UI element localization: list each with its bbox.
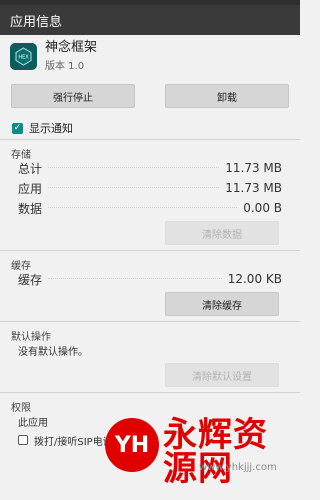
clear-defaults-label: 清除默认设置 bbox=[192, 371, 252, 383]
force-stop-label: 强行停止 bbox=[53, 92, 93, 104]
app-version: 版本 1.0 bbox=[45, 60, 85, 72]
storage-row-app: 应用 11.73 MB bbox=[0, 178, 300, 198]
show-notifications-row[interactable]: ✓ 显示通知 bbox=[0, 117, 300, 139]
clear-data-label: 清除数据 bbox=[202, 229, 242, 241]
storage-key-app: 应用 bbox=[18, 181, 43, 196]
force-stop-button[interactable]: 强行停止 bbox=[11, 84, 135, 108]
clear-cache-button[interactable]: 清除缓存 bbox=[165, 292, 279, 316]
dotted-separator bbox=[48, 277, 222, 279]
storage-section: 存储 总计 11.73 MB 应用 11.73 MB 数据 0.00 B 清除数… bbox=[0, 139, 300, 250]
dotted-separator bbox=[48, 166, 220, 168]
clear-data-button[interactable]: 清除数据 bbox=[165, 221, 279, 245]
cache-row: 缓存 12.00 KB bbox=[0, 269, 300, 289]
show-notifications-label: 显示通知 bbox=[29, 122, 73, 135]
permission-item-label: 拨打/接听SIP电话 bbox=[34, 436, 113, 448]
default-section: 默认操作 没有默认操作。 清除默认设置 bbox=[0, 321, 300, 392]
app-icon: HEX bbox=[10, 42, 37, 70]
app-meta: 神念框架 版本 1.0 bbox=[45, 41, 97, 72]
clear-defaults-row: 清除默认设置 bbox=[0, 360, 300, 392]
top-actions: 强行停止 卸载 bbox=[0, 77, 300, 117]
clear-data-row: 清除数据 bbox=[0, 218, 300, 250]
storage-value-app: 11.73 MB bbox=[225, 181, 282, 195]
storage-title: 存储 bbox=[11, 150, 31, 161]
cache-section: 缓存 缓存 12.00 KB 清除缓存 bbox=[0, 250, 300, 321]
svg-text:HEX: HEX bbox=[18, 54, 29, 60]
storage-value-data: 0.00 B bbox=[243, 201, 282, 215]
storage-row-data: 数据 0.00 B bbox=[0, 198, 300, 218]
uninstall-label: 卸载 bbox=[217, 92, 237, 104]
app-info-page: 应用信息 HEX 神念框架 版本 1.0 强行停止 卸载 ✓ 显示通知 存储 总… bbox=[0, 0, 300, 500]
app-header: HEX 神念框架 版本 1.0 bbox=[0, 35, 300, 77]
watermark-url: www.yhkjjj.com bbox=[199, 462, 277, 473]
clear-cache-row: 清除缓存 bbox=[0, 289, 300, 321]
cache-key: 缓存 bbox=[18, 272, 43, 287]
page-title: 应用信息 bbox=[10, 14, 63, 30]
default-text: 没有默认操作。 bbox=[18, 346, 88, 358]
storage-key-total: 总计 bbox=[18, 161, 43, 176]
dotted-separator bbox=[48, 186, 220, 188]
storage-value-total: 11.73 MB bbox=[225, 161, 282, 175]
permissions-title: 权限 bbox=[11, 403, 31, 414]
clear-cache-label: 清除缓存 bbox=[202, 300, 242, 312]
cache-title: 缓存 bbox=[11, 261, 31, 272]
storage-key-data: 数据 bbox=[18, 201, 43, 216]
cache-value: 12.00 KB bbox=[227, 272, 282, 286]
default-title: 默认操作 bbox=[11, 332, 51, 343]
clear-defaults-button[interactable]: 清除默认设置 bbox=[165, 363, 279, 387]
storage-row-total: 总计 11.73 MB bbox=[0, 158, 300, 178]
app-icon-glyph: HEX bbox=[15, 46, 32, 66]
checkbox-checked[interactable]: ✓ bbox=[12, 122, 23, 134]
permissions-section: 权限 此应用 拨打/接听SIP电话 bbox=[0, 392, 300, 449]
app-name: 神念框架 bbox=[45, 39, 98, 55]
permissions-text: 此应用 bbox=[18, 417, 48, 429]
title-bar: 应用信息 bbox=[0, 5, 300, 35]
uninstall-button[interactable]: 卸载 bbox=[165, 84, 289, 108]
permission-item: 拨打/接听SIP电话 bbox=[0, 431, 300, 449]
phone-icon bbox=[18, 435, 28, 445]
dotted-separator bbox=[48, 206, 238, 208]
